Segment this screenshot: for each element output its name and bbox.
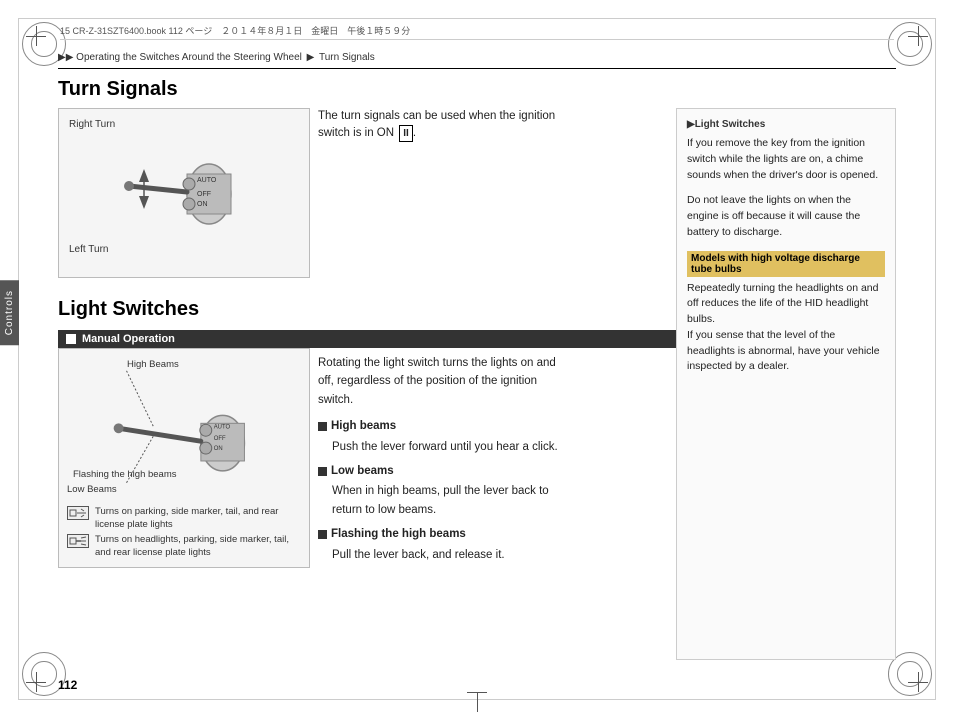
- meta-text: 15 CR-Z-31SZT6400.book 112 ページ ２０１４年８月１日…: [60, 24, 410, 37]
- svg-text:OFF: OFF: [214, 436, 226, 442]
- hb-text: Push the lever forward until you hear a …: [332, 438, 573, 456]
- svg-text:ON: ON: [197, 201, 208, 208]
- high-beams-section: High beams: [318, 417, 573, 435]
- right-turn-label: Right Turn: [69, 119, 115, 130]
- light-switches-title: Light Switches: [58, 298, 199, 321]
- breadcrumb-part2: Turn Signals: [319, 52, 375, 63]
- icon2-text: Turns on headlights, parking, side marke…: [95, 534, 301, 559]
- icon-row-2: Turns on headlights, parking, side marke…: [67, 534, 301, 559]
- svg-text:AUTO: AUTO: [197, 177, 217, 184]
- fl-head: Flashing the high beams: [331, 525, 466, 543]
- ls-intro: Rotating the light switch turns the ligh…: [318, 354, 573, 409]
- turn-signals-text: The turn signals can be used when the ig…: [318, 108, 588, 143]
- page-number: 112: [58, 678, 77, 692]
- icon1-text: Turns on parking, side marker, tail, and…: [95, 506, 301, 531]
- manual-op-label: Manual Operation: [82, 333, 175, 345]
- crosshair-bl: [26, 672, 46, 692]
- low-beams-section: Low beams: [318, 462, 573, 480]
- flashing-section: Flashing the high beams: [318, 525, 573, 543]
- breadcrumb-arrow2: ▶: [307, 52, 315, 63]
- low-beams-label: Low Beams: [67, 484, 117, 495]
- on-badge: II: [399, 125, 413, 142]
- ls-text-block: Rotating the light switch turns the ligh…: [318, 354, 573, 564]
- ts-text-content: The turn signals can be used when the ig…: [318, 110, 555, 139]
- turn-signals-diagram: Right Turn Left Turn AUTO OFF ON: [58, 108, 310, 278]
- light-icon-1: [67, 506, 89, 520]
- flashing-label: Flashing the high beams: [73, 469, 177, 480]
- turn-signal-lever-svg: AUTO OFF ON: [109, 134, 269, 244]
- svg-text:AUTO: AUTO: [214, 424, 231, 430]
- crosshair-tl: [26, 26, 46, 46]
- hb-bullet: [318, 422, 327, 431]
- breadcrumb: ▶▶ Operating the Switches Around the Ste…: [58, 52, 375, 63]
- lb-head: Low beams: [331, 462, 394, 480]
- left-turn-label: Left Turn: [69, 244, 108, 255]
- light-switch-diagram: High Beams AUTO OFF ON Low Beams Flashin…: [58, 348, 310, 568]
- lb-bullet: [318, 467, 327, 476]
- fl-text: Pull the lever back, and release it.: [332, 546, 573, 564]
- icon-row-1: Turns on parking, side marker, tail, and…: [67, 506, 301, 531]
- svg-text:ON: ON: [214, 446, 223, 452]
- crosshair-br: [908, 672, 928, 692]
- crosshair-tr: [908, 26, 928, 46]
- svg-text:OFF: OFF: [197, 191, 211, 198]
- breadcrumb-arrow1: ▶▶: [58, 52, 73, 63]
- controls-tab: Controls: [0, 280, 19, 345]
- sidebar-highlight: Models with high voltage discharge tube …: [687, 251, 885, 277]
- manual-op-icon: [66, 334, 76, 344]
- hb-head: High beams: [331, 417, 396, 435]
- sidebar-note2: Do not leave the lights on when the engi…: [687, 193, 885, 240]
- sidebar-ls-note-title: ▶Light Switches: [687, 119, 885, 130]
- turn-signals-title: Turn Signals: [58, 78, 178, 101]
- light-icon-2: [67, 534, 89, 548]
- lb-text: When in high beams, pull the lever back …: [332, 482, 573, 519]
- sidebar-note3: Repeatedly turning the headlights on and…: [687, 281, 885, 376]
- top-meta: 15 CR-Z-31SZT6400.book 112 ページ ２０１４年８月１日…: [60, 24, 894, 40]
- right-sidebar: ▶Light Switches If you remove the key fr…: [676, 108, 896, 660]
- fl-bullet: [318, 530, 327, 539]
- sidebar-note1: If you remove the key from the ignition …: [687, 136, 885, 183]
- breadcrumb-part1: Operating the Switches Around the Steeri…: [76, 52, 302, 63]
- main-rule: [58, 68, 896, 69]
